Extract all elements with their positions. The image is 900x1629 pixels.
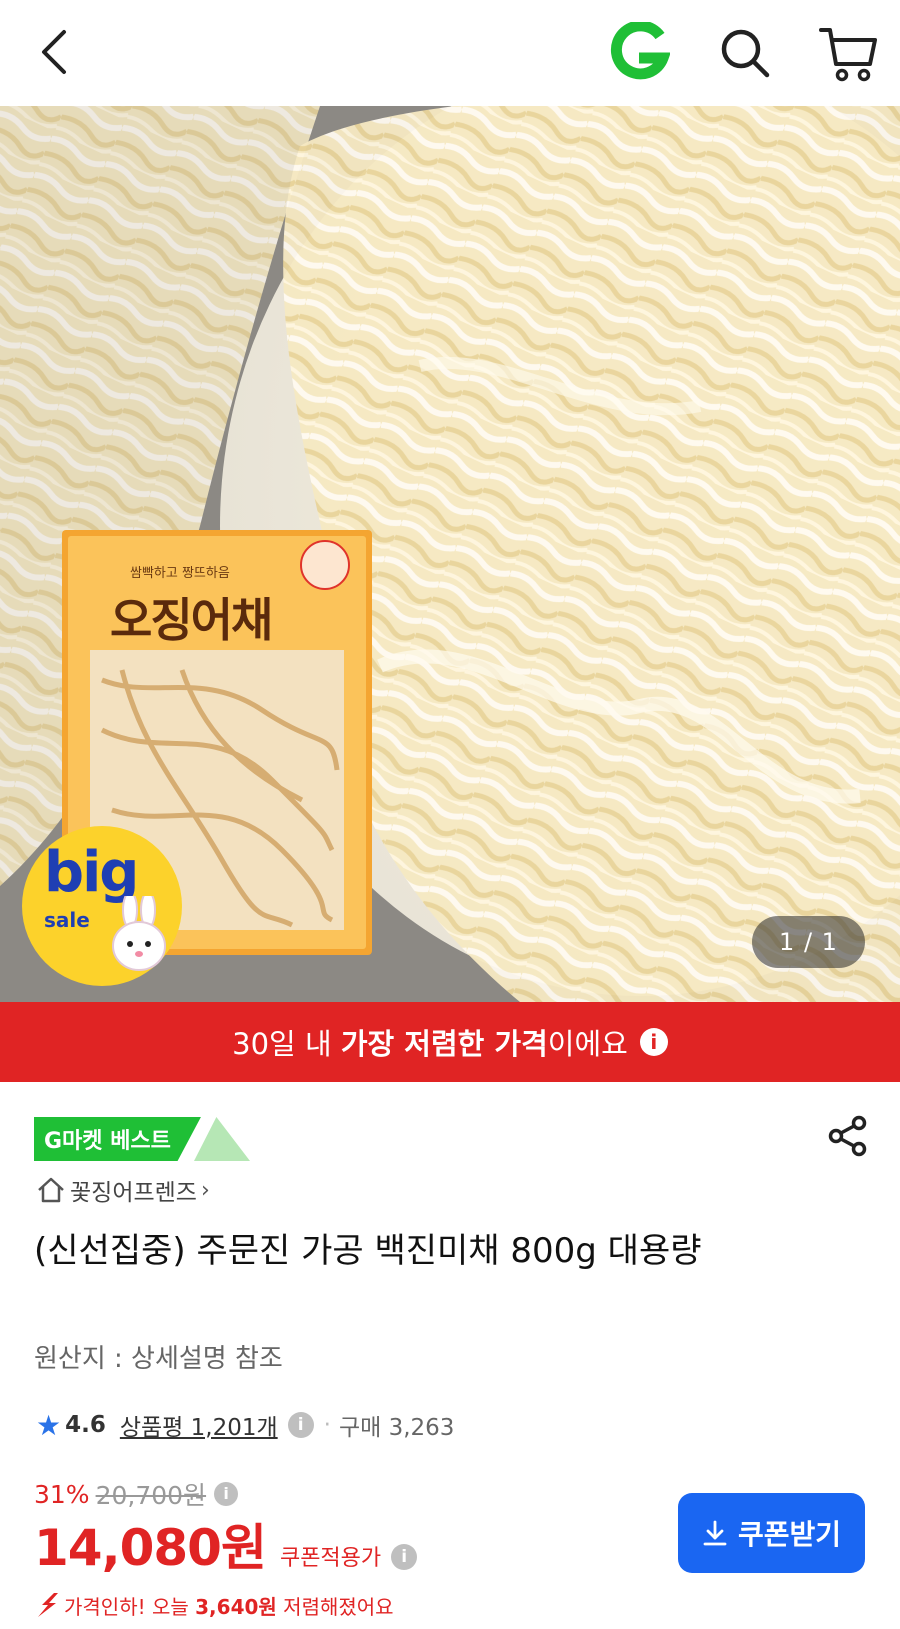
price-drop-amount: 3,640원 xyxy=(195,1594,277,1619)
separator-dot: · xyxy=(323,1412,331,1438)
banner-prefix: 30일 내 xyxy=(232,1027,341,1061)
package-brand-line: 쌈빡하고 짱뜨하음 xyxy=(130,566,230,581)
big-sale-word-sale: sale xyxy=(44,908,90,932)
big-sale-badge: big sale xyxy=(22,826,182,986)
banner-highlight: 가장 저렴한 가격 xyxy=(340,1027,548,1061)
price-drop-suffix: 저렴해졌어요 xyxy=(276,1594,394,1619)
back-button[interactable] xyxy=(30,22,76,82)
lowest-price-banner[interactable]: 30일 내 가장 저렴한 가격 이에요 i xyxy=(0,1002,900,1082)
original-price: 20,700원 xyxy=(95,1481,207,1510)
search-icon xyxy=(721,29,770,78)
package-name: 오징어채 xyxy=(110,593,273,647)
discount-percent: 31% xyxy=(34,1479,90,1509)
best-badge: G마켓 베스트 xyxy=(34,1117,250,1161)
chevron-right-icon: › xyxy=(200,1177,210,1203)
store-link[interactable]: 꽃징어프렌즈 › xyxy=(36,1170,210,1210)
purchase-count: 구매 3,263 xyxy=(338,1415,455,1441)
image-pager: 1 / 1 xyxy=(752,916,865,968)
cart-button[interactable] xyxy=(818,24,880,84)
share-icon xyxy=(828,1115,867,1157)
rating-score: 4.6 xyxy=(65,1412,106,1438)
gmarket-g-icon xyxy=(610,20,671,80)
top-app-bar xyxy=(0,0,900,106)
product-origin: 원산지 : 상세설명 참조 xyxy=(34,1344,283,1374)
product-image[interactable]: 쌈빡하고 짱뜨하음 오징어채 big sale 1 / 1 xyxy=(0,106,900,1002)
cart-icon xyxy=(819,28,877,82)
price-drop-notice: 가격인하! 오늘 3,640원 저렴해졌어요 xyxy=(34,1588,394,1622)
product-title: (신선집중) 주문진 가공 백진미채 800g 대용량 xyxy=(34,1231,702,1271)
rabbit-mascot-icon xyxy=(112,896,166,971)
chevron-left-icon xyxy=(42,30,66,74)
price-row: 14,080원 쿠폰적용가 i xyxy=(34,1518,418,1580)
final-price: 14,080원 xyxy=(34,1519,267,1577)
info-icon[interactable]: i xyxy=(214,1482,239,1506)
get-coupon-button[interactable]: 쿠폰받기 xyxy=(678,1493,865,1573)
best-badge-ribbon-tail xyxy=(194,1117,250,1161)
store-name: 꽃징어프렌즈 xyxy=(70,1180,197,1206)
price-drop-prefix: 가격인하! 오늘 xyxy=(64,1594,196,1619)
star-icon: ★ xyxy=(36,1408,62,1442)
share-button[interactable] xyxy=(826,1114,870,1158)
home-icon xyxy=(38,1177,64,1203)
review-count-link[interactable]: 상품평 1,201개 xyxy=(120,1408,278,1442)
gmarket-logo[interactable] xyxy=(608,20,671,84)
banner-suffix: 이에요 xyxy=(547,1027,628,1061)
search-button[interactable] xyxy=(717,25,773,81)
package-seal xyxy=(300,540,350,590)
rating-row: ★ 4.6 상품평 1,201개 i · 구매 3,263 xyxy=(36,1403,454,1447)
coupon-price-label: 쿠폰적용가 xyxy=(279,1546,382,1571)
best-badge-label: G마켓 베스트 xyxy=(34,1117,201,1161)
price-down-arrow-icon xyxy=(38,1593,58,1617)
download-icon xyxy=(703,1520,727,1546)
info-icon[interactable]: i xyxy=(639,1028,668,1056)
info-icon[interactable]: i xyxy=(287,1412,314,1438)
info-icon[interactable]: i xyxy=(391,1544,418,1570)
get-coupon-label: 쿠폰받기 xyxy=(737,1518,842,1551)
